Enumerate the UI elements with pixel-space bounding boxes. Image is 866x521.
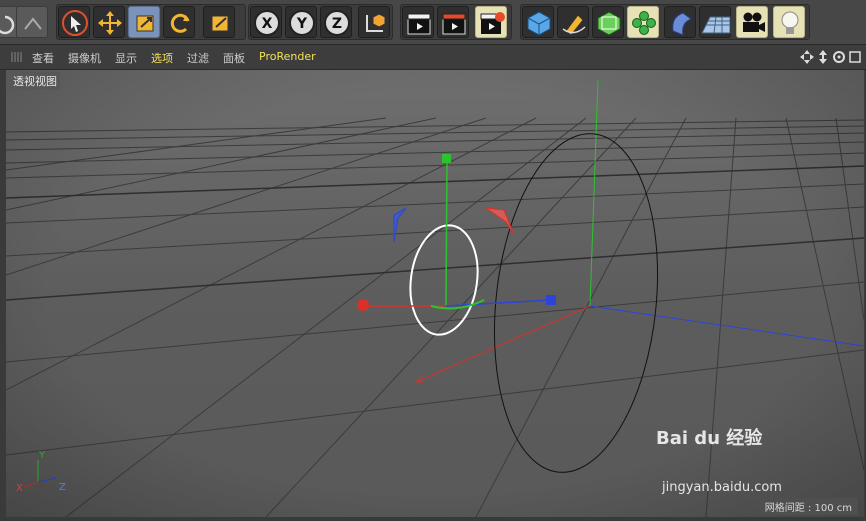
redo-button[interactable] — [16, 6, 48, 38]
viewport-menubar: 查看 摄像机 显示 选项 过滤 面板 ProRender — [0, 45, 866, 70]
clapperboard-gear-icon — [480, 12, 505, 34]
orbit-view-icon[interactable] — [832, 50, 846, 64]
y-axis-letter: Y — [296, 16, 308, 32]
z-axis-button[interactable]: Z — [320, 6, 352, 38]
baidu-watermark-url: jingyan.baidu.com — [662, 480, 782, 495]
x-axis-button[interactable]: X — [250, 6, 282, 38]
menu-view[interactable]: 查看 — [32, 50, 54, 66]
z-axis-letter: Z — [332, 16, 342, 32]
viewport-title: 透视视图 — [10, 72, 60, 90]
bend-deformer-icon — [672, 12, 693, 36]
cloner-icon — [632, 11, 656, 35]
z-axis-icon: Z — [324, 10, 350, 36]
camera-icon — [743, 12, 765, 32]
x-axis-icon: X — [254, 10, 280, 36]
baidu-watermark: Bai du 经验 — [656, 428, 763, 449]
subdivision-button[interactable] — [592, 6, 624, 38]
rotate-tool-button[interactable] — [163, 6, 195, 38]
rotate-icon — [170, 13, 190, 33]
light-button[interactable] — [773, 6, 805, 38]
redo-icon — [24, 17, 42, 30]
zoom-view-icon[interactable] — [816, 50, 830, 64]
menu-camera[interactable]: 摄像机 — [68, 50, 101, 66]
move-tool-button[interactable] — [93, 6, 125, 38]
y-axis-button[interactable]: Y — [285, 6, 317, 38]
main-toolbar: X Y Z — [0, 0, 866, 45]
render-region-button[interactable] — [437, 6, 469, 38]
render-settings-button[interactable] — [475, 6, 507, 38]
coordinate-system-button[interactable] — [358, 6, 390, 38]
scale-icon — [136, 15, 154, 32]
menu-display[interactable]: 显示 — [115, 50, 137, 66]
render-view-button[interactable] — [402, 6, 434, 38]
scale-tool-button[interactable] — [128, 6, 160, 38]
subdivision-icon — [597, 11, 621, 36]
menu-options[interactable]: 选项 — [151, 50, 173, 66]
cursor-icon — [62, 10, 88, 36]
select-tool-button[interactable] — [58, 6, 90, 38]
x-axis-letter: X — [262, 16, 273, 32]
camera-button[interactable] — [736, 6, 768, 38]
grid-spacing-info: 网格间距 : 100 cm — [758, 498, 858, 515]
floor-button[interactable] — [699, 6, 731, 38]
panel-grip-icon[interactable] — [11, 52, 23, 62]
pen-icon — [562, 14, 586, 36]
coordinate-system-icon — [366, 13, 386, 32]
move-arrows-icon — [98, 11, 122, 35]
menu-filter[interactable]: 过滤 — [187, 50, 209, 66]
maximize-view-icon[interactable] — [848, 50, 862, 64]
cube-icon — [527, 11, 551, 36]
last-tool-button[interactable] — [203, 6, 235, 38]
pan-view-icon[interactable] — [800, 50, 814, 64]
scale-small-icon — [211, 15, 229, 32]
lightbulb-icon — [781, 11, 799, 34]
cloner-button[interactable] — [627, 6, 659, 38]
clapperboard-icon — [407, 13, 431, 35]
menu-panel[interactable]: 面板 — [223, 50, 245, 66]
y-axis-icon: Y — [289, 10, 315, 36]
cube-object-button[interactable] — [522, 6, 554, 38]
menu-prorender[interactable]: ProRender — [259, 50, 316, 63]
clapperboard-region-icon — [442, 13, 466, 35]
floor-grid-icon — [701, 16, 731, 34]
deformer-button[interactable] — [664, 6, 696, 38]
pen-spline-button[interactable] — [557, 6, 589, 38]
